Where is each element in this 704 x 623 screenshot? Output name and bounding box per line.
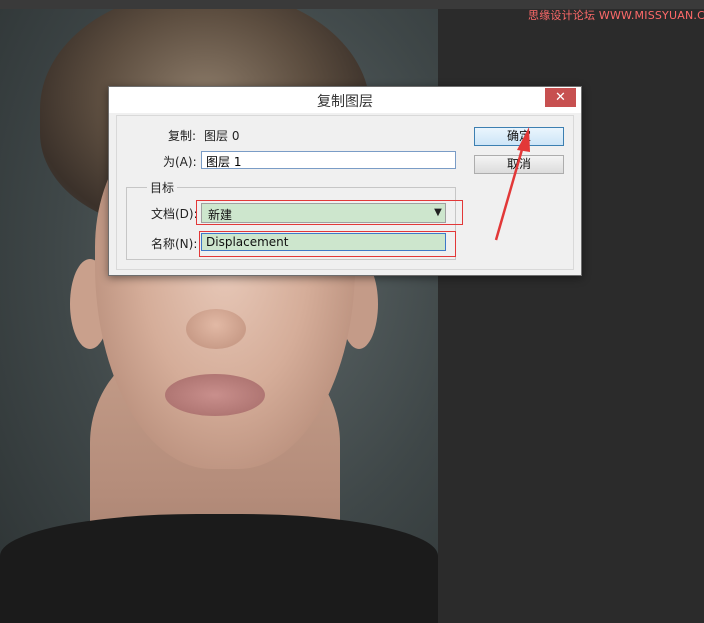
arrow-annotation-line: [494, 145, 525, 241]
arrow-annotation-icon: [494, 127, 530, 241]
arrow-annotation-head: [517, 127, 530, 152]
